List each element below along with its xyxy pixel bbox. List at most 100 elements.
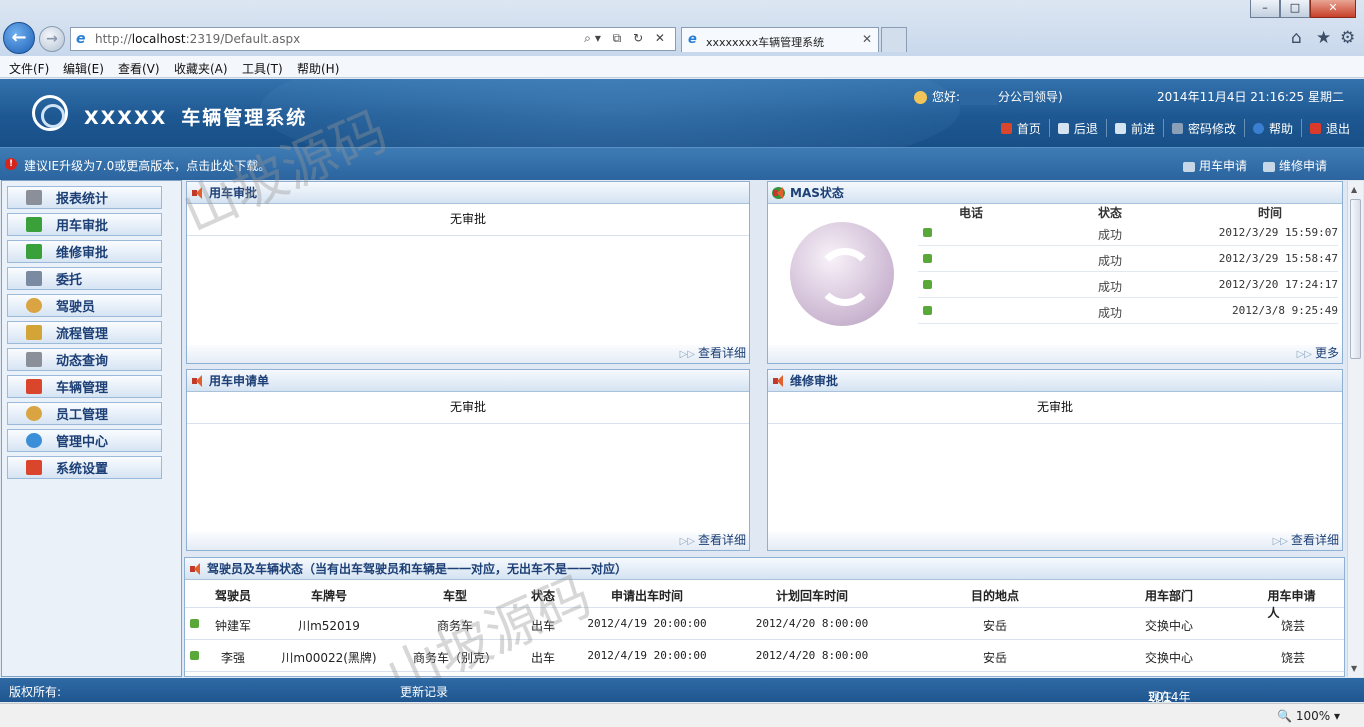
speaker-icon (191, 374, 204, 387)
address-url: http://localhost:2319/Default.aspx (95, 32, 301, 46)
tools-icon (26, 379, 42, 394)
menu-file[interactable]: 文件(F) (9, 60, 49, 77)
edit-icon (26, 352, 42, 367)
sidebar-item-dynamic-query[interactable]: 动态查询 (7, 348, 162, 371)
sidebar-item-system-settings[interactable]: 系统设置 (7, 456, 162, 479)
driver-icon (26, 298, 42, 313)
new-tab-button[interactable] (881, 27, 907, 52)
ie-tab-icon: e (688, 32, 697, 47)
row-arrow-icon[interactable] (923, 254, 932, 263)
menu-favorites[interactable]: 收藏夹(A) (174, 60, 228, 77)
speaker-icon (772, 374, 785, 387)
forward-link[interactable]: 前进 (1105, 119, 1163, 137)
app-title: XXXXX 车辆管理系统 (84, 107, 308, 129)
view-details-link[interactable]: ▷▷ 查看详细 (187, 345, 749, 363)
double-arrow-icon: ▷▷ (679, 536, 695, 547)
vehicle-approval-panel: 用车审批 无审批 ▷▷ 查看详细 (186, 181, 750, 364)
sync-icon (790, 222, 894, 326)
sidebar-item-admin-center[interactable]: 管理中心 (7, 429, 162, 452)
sidebar-item-driver[interactable]: 驾驶员 (7, 294, 162, 317)
browser-status-bar: 🔍 100% ▾ (0, 703, 1364, 727)
home-icon (1000, 122, 1012, 134)
empty-message: 无审批 (187, 204, 749, 236)
employee-icon (26, 406, 42, 421)
home-link[interactable]: 首页 (993, 119, 1049, 137)
scroll-thumb[interactable] (1350, 199, 1361, 359)
company-logo-icon (32, 95, 68, 131)
copyright-text: 版权所有: (9, 685, 62, 699)
vehicle-apply-link[interactable]: 用车申请 (1183, 157, 1247, 174)
double-arrow-icon: ▷▷ (679, 349, 695, 360)
logout-link[interactable]: 退出 (1300, 119, 1358, 137)
address-tools[interactable]: ⌕▾ ⧉ ↻ ✕ (584, 31, 669, 46)
notice-bar: ! 建议IE升级为7.0或更高版本，点击此处下载。 用车申请 维修申请 (0, 147, 1364, 180)
app-footer: 版权所有: 更新记录 现在是：2014年11月4日 21:16:25 星期二 (0, 678, 1364, 727)
maximize-button[interactable]: □ (1280, 0, 1310, 18)
ie-upgrade-notice[interactable]: 建议IE升级为7.0或更高版本，点击此处下载。 (24, 157, 270, 174)
table-header: 电话 状态 时间 (959, 206, 1283, 220)
panel-header: 用车申请单 (187, 370, 749, 392)
row-arrow-icon[interactable] (190, 619, 199, 628)
tab-title: xxxxxxxx车辆管理系统 (706, 36, 825, 49)
speaker-icon (189, 562, 202, 575)
menu-view[interactable]: 查看(V) (118, 60, 160, 77)
sidebar-item-vehicle-approval[interactable]: 用车审批 (7, 213, 162, 236)
view-details-link[interactable]: ▷▷ 查看详细 (768, 532, 1342, 550)
settings-tools-icon (26, 460, 42, 475)
home-browser-icon[interactable]: ⌂ (1291, 28, 1302, 48)
warning-icon: ! (5, 158, 17, 170)
zoom-level[interactable]: 🔍 100% ▾ (1277, 709, 1340, 723)
favorites-star-icon[interactable]: ★ (1316, 28, 1331, 48)
delegate-icon (26, 271, 42, 286)
row-arrow-icon[interactable] (923, 306, 932, 315)
back-icon (1057, 122, 1069, 134)
minimize-button[interactable]: – (1250, 0, 1280, 18)
wrench-icon (1263, 161, 1275, 172)
user-greeting: 您好: 分公司领导) (914, 88, 1063, 105)
back-link[interactable]: 后退 (1048, 119, 1106, 137)
sidebar-item-repair-approval[interactable]: 维修审批 (7, 240, 162, 263)
double-arrow-icon: ▷▷ (1296, 349, 1312, 360)
row-arrow-icon[interactable] (923, 228, 932, 237)
repair-approval-panel: 维修审批 无审批 ▷▷ 查看详细 (767, 369, 1343, 551)
browser-menu-bar: 文件(F) 编辑(E) 查看(V) 收藏夹(A) 工具(T) 帮助(H) (0, 56, 1364, 78)
row-arrow-icon[interactable] (923, 280, 932, 289)
gear-icon[interactable]: ⚙ (1340, 28, 1355, 48)
repair-apply-link[interactable]: 维修申请 (1263, 157, 1327, 174)
vertical-scrollbar[interactable]: ▲ ▼ (1347, 181, 1363, 677)
sidebar-item-employee-management[interactable]: 员工管理 (7, 402, 162, 425)
user-icon (914, 91, 927, 104)
globe-icon (26, 433, 42, 448)
top-links: 首页 后退 前进 密码修改 帮助 退出 (993, 119, 1358, 137)
table-row: 成功 2012/3/29 15:59:07 (918, 220, 1338, 246)
sidebar-item-workflow[interactable]: 流程管理 (7, 321, 162, 344)
browser-tab[interactable]: e xxxxxxxx车辆管理系统 ✕ (681, 27, 879, 52)
more-link[interactable]: ▷▷ 更多 (768, 345, 1342, 363)
close-window-button[interactable]: ✕ (1310, 0, 1356, 18)
mas-status-table: 电话 状态 时间 成功 2012/3/29 15:59:07 成功 2012/3/2… (918, 204, 1338, 324)
exit-icon (1309, 122, 1321, 134)
browser-forward-button[interactable]: → (39, 26, 65, 52)
view-details-link[interactable]: ▷▷ 查看详细 (187, 532, 749, 550)
row-arrow-icon[interactable] (190, 651, 199, 660)
menu-tools[interactable]: 工具(T) (242, 60, 283, 77)
sidebar-item-vehicle-management[interactable]: 车辆管理 (7, 375, 162, 398)
address-bar[interactable]: e http://localhost:2319/Default.aspx ⌕▾ … (70, 27, 676, 51)
update-log-link[interactable]: 更新记录 (400, 683, 448, 700)
window-controls: – □ ✕ (1250, 0, 1356, 20)
tab-close-icon[interactable]: ✕ (862, 32, 872, 46)
sidebar-item-delegate[interactable]: 委托 (7, 267, 162, 290)
change-password-link[interactable]: 密码修改 (1162, 119, 1244, 137)
triangle-ruler-icon (26, 325, 42, 340)
sidebar-item-report[interactable]: 报表统计 (7, 186, 162, 209)
driver-status-panel: 驾驶员及车辆状态（当有出车驾驶员和车辆是一一对应，无出车不是一一对应） 驾驶员 … (184, 557, 1345, 677)
help-link[interactable]: 帮助 (1243, 119, 1301, 137)
menu-help[interactable]: 帮助(H) (297, 60, 339, 77)
scroll-down-icon[interactable]: ▼ (1351, 664, 1357, 673)
scroll-up-icon[interactable]: ▲ (1351, 185, 1357, 194)
menu-edit[interactable]: 编辑(E) (63, 60, 104, 77)
table-header: 驾驶员 车牌号 车型 状态 申请出车时间 计划回车时间 目的地点 用车部门 用车… (185, 580, 1344, 620)
panel-header: MAS状态 (768, 182, 1342, 204)
globe-status-icon (772, 186, 785, 199)
browser-back-button[interactable]: ← (3, 22, 35, 54)
